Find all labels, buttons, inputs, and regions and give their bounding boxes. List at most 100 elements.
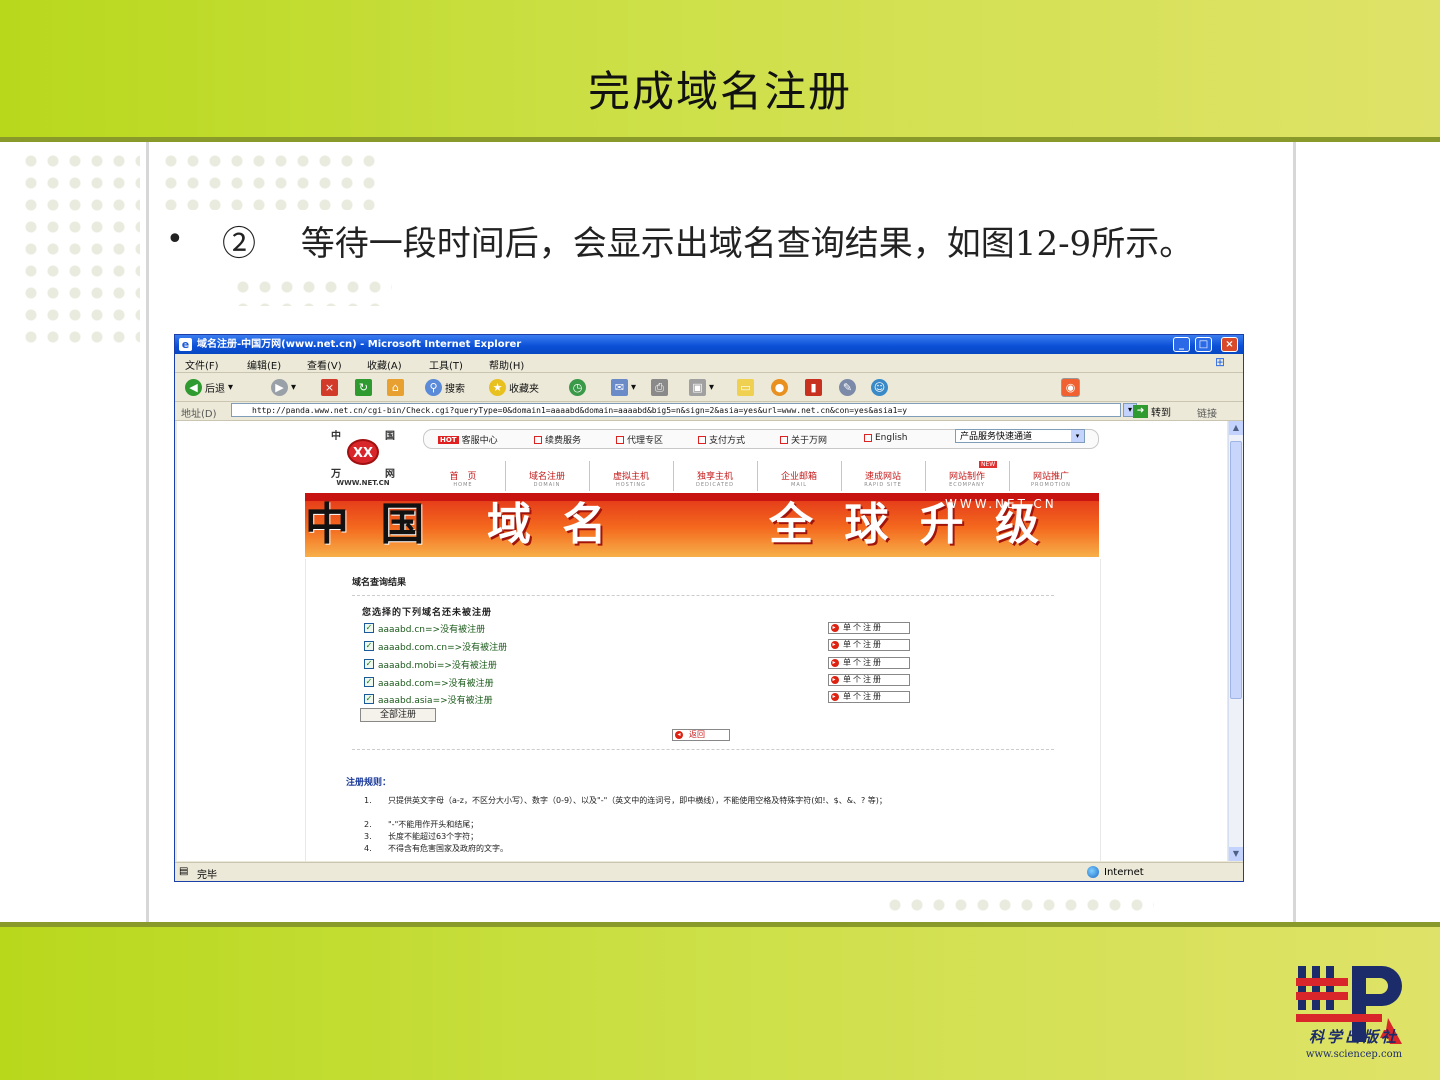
publisher-url: www.sciencep.com	[1305, 1049, 1403, 1060]
favorites-button[interactable]: ★ 收藏夹	[489, 378, 539, 396]
mail-button[interactable]: ✉ ▾	[611, 378, 636, 396]
mainnav-mail[interactable]: 企业邮箱 MAIL	[757, 461, 842, 491]
banner-text-china: 中 国	[305, 499, 433, 550]
topnav-renew[interactable]: 续费服务	[534, 433, 581, 446]
print-icon: ⎙	[651, 378, 668, 396]
decor-dots	[160, 150, 380, 210]
mainnav-dedicated[interactable]: 独享主机 DEDICATED	[673, 461, 758, 491]
mainnav-rapidsite[interactable]: 速成网站 RAPID SITE	[841, 461, 926, 491]
rule-text: "-"不能用作开头和结尾；	[388, 820, 479, 829]
address-input[interactable]: http://panda.www.net.cn/cgi-bin/Check.cg…	[231, 403, 1121, 417]
back-link-button[interactable]: ◂ 返回	[672, 729, 730, 741]
button-label: 返回	[689, 730, 705, 739]
slide-top-divider	[0, 137, 1440, 142]
menu-file[interactable]: 文件(F)	[185, 357, 219, 372]
scroll-down-icon[interactable]: ▼	[1229, 847, 1243, 861]
topnav-label: English	[875, 433, 908, 443]
promo-banner[interactable]: 中 国 域 名 全 球 升 级 WWW.NET.CN	[305, 493, 1099, 557]
vertical-scrollbar[interactable]: ▲ ▼	[1228, 421, 1243, 861]
tools-button[interactable]: ✎	[839, 378, 856, 396]
mainnav-hosting[interactable]: 虚拟主机 HOSTING	[589, 461, 674, 491]
chevron-down-icon: ▾	[228, 381, 234, 393]
domain-checkbox[interactable]: ✓	[364, 694, 374, 704]
edit-button[interactable]: ▣ ▾	[689, 378, 714, 396]
close-button[interactable]: ×	[1221, 337, 1238, 352]
single-register-button[interactable]: ▸ 单个注册	[828, 639, 910, 651]
minimize-button[interactable]: _	[1173, 337, 1190, 352]
domain-status: aaaabd.mobi=>没有被注册	[378, 660, 497, 671]
logo-site: WWW.NET.CN	[336, 479, 390, 487]
menu-favorites[interactable]: 收藏(A)	[367, 357, 402, 372]
window-titlebar[interactable]: e 域名注册-中国万网(www.net.cn) - Microsoft Inte…	[175, 335, 1243, 354]
mainnav-label: 域名注册	[528, 472, 565, 482]
domain-checkbox[interactable]: ✓	[364, 659, 374, 669]
scroll-thumb[interactable]	[1230, 441, 1242, 699]
history-icon: ◷	[569, 378, 586, 396]
discuss-button[interactable]: ▭	[737, 378, 754, 396]
home-button[interactable]: ⌂	[387, 378, 404, 396]
back-label: 后退	[205, 383, 225, 395]
button-label: 单个注册	[843, 658, 883, 667]
mainnav-promotion[interactable]: 网站推广 PROMOTION	[1009, 461, 1093, 491]
single-register-button[interactable]: ▸ 单个注册	[828, 691, 910, 703]
topnav-payment[interactable]: 支付方式	[698, 433, 745, 446]
menu-help[interactable]: 帮助(H)	[489, 357, 524, 372]
topnav-label: 关于万网	[791, 436, 828, 446]
menu-edit[interactable]: 编辑(E)	[247, 357, 281, 372]
mainnav-label: 首 页	[449, 472, 477, 482]
single-register-button[interactable]: ▸ 单个注册	[828, 657, 910, 669]
stop-button[interactable]: ×	[321, 378, 338, 396]
users-button[interactable]: ☺	[871, 378, 888, 396]
topnav-about[interactable]: 关于万网	[780, 433, 827, 446]
links-label[interactable]: 链接	[1197, 405, 1217, 420]
domain-row: ✓ aaaabd.com=>没有被注册	[364, 675, 494, 689]
nav-square-icon	[616, 435, 624, 444]
site-logo[interactable]: 中 国 XX 万 网 WWW.NET.CN	[325, 425, 401, 489]
topnav-agent[interactable]: 代理专区	[616, 433, 663, 446]
mainnav-domain[interactable]: 域名注册 DOMAIN	[505, 461, 590, 491]
search-button[interactable]: ⚲ 搜索	[425, 378, 465, 396]
go-button[interactable]: ➜ 转到	[1133, 404, 1171, 419]
refresh-button[interactable]: ↻	[355, 378, 372, 396]
domain-row: ✓ aaaabd.mobi=>没有被注册	[364, 657, 497, 671]
domain-checkbox[interactable]: ✓	[364, 641, 374, 651]
logo-char: 网	[385, 469, 395, 480]
arrow-right-icon: ▸	[831, 659, 839, 667]
quick-channel-select[interactable]: 产品服务快速通道 ▾	[955, 429, 1085, 443]
register-all-button[interactable]: 全部注册	[360, 708, 436, 722]
domain-checkbox[interactable]: ✓	[364, 677, 374, 687]
domain-checkbox[interactable]: ✓	[364, 623, 374, 633]
plugin-button[interactable]: ◉	[1061, 377, 1080, 397]
status-text: 完毕	[197, 870, 217, 881]
mainnav-ecompany[interactable]: NEW 网站制作 ECOMPANY	[925, 461, 1010, 491]
topnav-service[interactable]: HOT 客服中心	[438, 433, 498, 446]
forward-button[interactable]: ▶ ▾	[271, 378, 296, 396]
chevron-down-icon: ▾	[631, 381, 637, 393]
banner-url: WWW.NET.CN	[945, 497, 1057, 511]
research-button[interactable]: ▮	[805, 378, 822, 396]
history-button[interactable]: ◷	[569, 378, 586, 396]
address-bar: 地址(D) http://panda.www.net.cn/cgi-bin/Ch…	[175, 402, 1243, 421]
home-icon: ⌂	[387, 378, 404, 396]
menu-tools[interactable]: 工具(T)	[429, 357, 463, 372]
folder-icon: ▭	[737, 378, 754, 396]
nav-square-icon	[864, 434, 872, 442]
mainnav-home[interactable]: 首 页 HOME	[421, 461, 506, 491]
print-button[interactable]: ⎙	[651, 378, 668, 396]
maximize-button[interactable]: □	[1195, 337, 1212, 352]
messenger-button[interactable]: ●	[771, 378, 788, 396]
mainnav-label: 独享主机	[696, 472, 733, 482]
menu-view[interactable]: 查看(V)	[307, 357, 342, 372]
back-button[interactable]: ◀ 后退 ▾	[185, 378, 233, 396]
single-register-button[interactable]: ▸ 单个注册	[828, 622, 910, 634]
page-done-icon: ▤	[179, 866, 189, 877]
go-arrow-icon: ➜	[1133, 405, 1148, 418]
single-register-button[interactable]: ▸ 单个注册	[828, 674, 910, 686]
slide-title: 完成域名注册	[587, 67, 852, 116]
search-label: 搜索	[445, 383, 465, 395]
mainnav-label: 速成网站	[864, 472, 901, 482]
topnav-english[interactable]: English	[864, 433, 908, 443]
divider	[352, 595, 1054, 596]
scroll-up-icon[interactable]: ▲	[1229, 421, 1243, 435]
banner-text-domain: 域 名	[487, 499, 615, 550]
